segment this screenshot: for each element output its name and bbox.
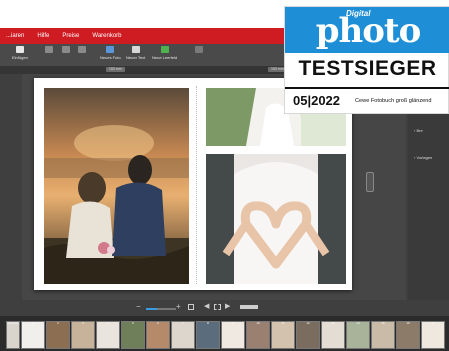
filmstrip-thumb-label: 9 [232, 321, 234, 325]
prev-page-icon[interactable]: ◀ [204, 303, 209, 311]
filmstrip-thumb-label: 8 [207, 321, 209, 325]
filmstrip-thumb[interactable]: 9 [221, 321, 245, 349]
filmstrip-thumb[interactable]: 3 [71, 321, 95, 349]
new-text-button[interactable]: Neuer Text [126, 46, 145, 60]
filmstrip-thumb[interactable]: 5 [121, 321, 145, 349]
next-page-icon[interactable]: ▶ [225, 303, 230, 311]
insert-button[interactable]: Einfügen [12, 46, 28, 60]
filmstrip-thumb[interactable]: 17 [421, 321, 445, 349]
filmstrip-thumb[interactable]: 15 [371, 321, 395, 349]
more-icon [195, 46, 203, 53]
filmstrip-thumb-label: Umschl. [7, 321, 19, 325]
redo-button[interactable] [62, 46, 70, 55]
filmstrip-thumb-label: 10 [256, 321, 260, 325]
ruler-tag-left: 153 mm [106, 67, 125, 72]
filmstrip-thumb[interactable]: 6 [146, 321, 170, 349]
filmstrip-thumb-label: 3 [82, 321, 84, 325]
filmstrip-thumb[interactable]: 14 [346, 321, 370, 349]
filmstrip-thumb-label: 15 [381, 321, 385, 325]
filmstrip-thumb-label: 17 [431, 321, 435, 325]
undo-button[interactable] [45, 46, 53, 55]
new-text-icon [131, 46, 140, 53]
zoom-slider-fill [146, 308, 157, 310]
filmstrip-thumb-label: 14 [356, 321, 360, 325]
redo-icon [62, 46, 70, 53]
menu-item-help[interactable]: Hilfe [37, 33, 49, 39]
zoom-controls: − + ◀ ▶ [0, 300, 449, 316]
undo-icon [45, 46, 53, 53]
delete-button[interactable] [78, 46, 86, 55]
filmstrip-thumb-label: 1 [32, 321, 34, 325]
resize-handle[interactable] [366, 172, 374, 192]
filmstrip-thumb[interactable]: 2 [46, 321, 70, 349]
fit-page-icon[interactable] [188, 304, 194, 310]
delete-icon [78, 46, 86, 53]
more-button[interactable] [195, 46, 203, 55]
zoom-out-icon[interactable]: − [136, 303, 141, 311]
menu-item-account[interactable]: ...iaren [6, 33, 24, 39]
filmstrip-thumb[interactable]: 16 [396, 321, 420, 349]
filmstrip-thumb-label: 12 [306, 321, 310, 325]
test-award-badge: Digital photo TESTSIEGER 05|2022 Cewe Fo… [284, 6, 449, 114]
badge-brand-logo: photo [315, 11, 422, 51]
new-photo-button[interactable]: Neues Foto [100, 46, 121, 60]
new-field-button[interactable]: Neue Leerfeld [152, 46, 177, 60]
fullscreen-icon[interactable] [214, 304, 221, 310]
filmstrip-thumb-label: 16 [406, 321, 410, 325]
filmstrip-thumb[interactable]: 4 [96, 321, 120, 349]
filmstrip-thumb[interactable]: 1 [21, 321, 45, 349]
insert-icon [15, 46, 24, 53]
photo-couple-sunset[interactable] [44, 88, 189, 284]
filmstrip-thumb-label: 11 [281, 321, 285, 325]
badge-product: Cewe Fotobuch groß glänzend [355, 98, 432, 104]
filmstrip-thumb[interactable]: 12 [296, 321, 320, 349]
toolbar: Einfügen Neues Foto Neuer Text Neue Leer… [0, 44, 290, 66]
badge-divider [285, 87, 449, 89]
filmstrip-thumb[interactable]: Umschl. [6, 321, 20, 349]
panel-item-bre[interactable]: › Bre [414, 128, 423, 133]
panel-item-vorlagen[interactable]: › Vorlagen [414, 155, 432, 160]
filmstrip-thumb-label: 4 [107, 321, 109, 325]
filmstrip-thumb[interactable]: 10 [246, 321, 270, 349]
page-spine [196, 86, 197, 284]
layout-icon[interactable] [240, 305, 258, 309]
menu-item-prices[interactable]: Preise [62, 33, 79, 39]
app-window: ...iaren Hilfe Preise Warenkorb Einfügen… [0, 0, 449, 351]
badge-brand-area: Digital photo [285, 7, 449, 53]
couple-sunset-image [44, 88, 189, 284]
filmstrip-thumb-label: 7 [182, 321, 184, 325]
new-photo-icon [106, 46, 115, 53]
menu-item-cart[interactable]: Warenkorb [92, 33, 121, 39]
badge-award-title: TESTSIEGER [298, 57, 437, 80]
badge-issue: 05|2022 [293, 93, 341, 108]
new-field-icon [160, 46, 169, 53]
photo-heart-hands[interactable] [206, 154, 346, 284]
filmstrip-thumb[interactable]: 7 [171, 321, 195, 349]
filmstrip-thumb-label: 6 [157, 321, 159, 325]
zoom-in-icon[interactable]: + [176, 303, 181, 311]
filmstrip-thumb-label: 5 [132, 321, 134, 325]
filmstrip-thumb[interactable]: 11 [271, 321, 295, 349]
filmstrip-thumb-label: 13 [331, 321, 335, 325]
zoom-slider[interactable] [146, 308, 176, 310]
filmstrip-thumb[interactable]: 8 [196, 321, 220, 349]
heart-hands-image [206, 154, 346, 284]
filmstrip-thumb[interactable]: 13 [321, 321, 345, 349]
filmstrip-thumb-label: 2 [57, 321, 59, 325]
